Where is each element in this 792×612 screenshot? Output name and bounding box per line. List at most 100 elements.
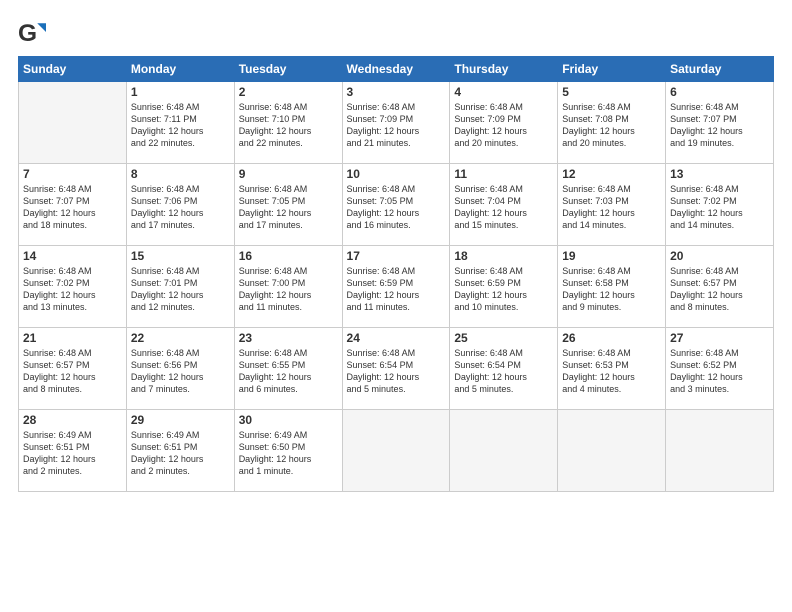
day-info: Sunrise: 6:48 AM Sunset: 7:04 PM Dayligh…: [454, 183, 553, 232]
day-number: 25: [454, 331, 553, 345]
day-info: Sunrise: 6:48 AM Sunset: 6:54 PM Dayligh…: [347, 347, 446, 396]
day-number: 15: [131, 249, 230, 263]
day-info: Sunrise: 6:48 AM Sunset: 7:01 PM Dayligh…: [131, 265, 230, 314]
calendar-cell: 20 Sunrise: 6:48 AM Sunset: 6:57 PM Dayli…: [666, 246, 774, 328]
calendar-cell: 22 Sunrise: 6:48 AM Sunset: 6:56 PM Dayli…: [126, 328, 234, 410]
logo: G: [18, 18, 48, 46]
day-number: 2: [239, 85, 338, 99]
calendar-cell: 13 Sunrise: 6:48 AM Sunset: 7:02 PM Dayli…: [666, 164, 774, 246]
calendar-cell: 21 Sunrise: 6:48 AM Sunset: 6:57 PM Dayli…: [19, 328, 127, 410]
day-number: 7: [23, 167, 122, 181]
calendar-cell: 30 Sunrise: 6:49 AM Sunset: 6:50 PM Dayli…: [234, 410, 342, 492]
day-info: Sunrise: 6:48 AM Sunset: 6:57 PM Dayligh…: [23, 347, 122, 396]
calendar-cell: 10Sunrise: 6:48 AM Sunset: 7:05 PM Dayli…: [342, 164, 450, 246]
calendar-cell: 28 Sunrise: 6:49 AM Sunset: 6:51 PM Dayli…: [19, 410, 127, 492]
day-number: 27: [670, 331, 769, 345]
day-info: Sunrise: 6:48 AM Sunset: 6:52 PM Dayligh…: [670, 347, 769, 396]
day-info: Sunrise: 6:49 AM Sunset: 6:51 PM Dayligh…: [131, 429, 230, 478]
calendar-week-3: 14Sunrise: 6:48 AM Sunset: 7:02 PM Dayli…: [19, 246, 774, 328]
calendar-week-5: 28 Sunrise: 6:49 AM Sunset: 6:51 PM Dayli…: [19, 410, 774, 492]
calendar-cell: 18 Sunrise: 6:48 AM Sunset: 6:59 PM Dayli…: [450, 246, 558, 328]
calendar-cell: 7 Sunrise: 6:48 AM Sunset: 7:07 PM Daylig…: [19, 164, 127, 246]
day-info: Sunrise: 6:48 AM Sunset: 7:03 PM Dayligh…: [562, 183, 661, 232]
calendar-cell: [558, 410, 666, 492]
calendar-cell: 3 Sunrise: 6:48 AM Sunset: 7:09 PM Daylig…: [342, 82, 450, 164]
day-info: Sunrise: 6:48 AM Sunset: 7:06 PM Dayligh…: [131, 183, 230, 232]
day-number: 1: [131, 85, 230, 99]
day-info: Sunrise: 6:48 AM Sunset: 7:07 PM Dayligh…: [670, 101, 769, 150]
day-number: 13: [670, 167, 769, 181]
calendar-cell: 25 Sunrise: 6:48 AM Sunset: 6:54 PM Dayli…: [450, 328, 558, 410]
day-number: 21: [23, 331, 122, 345]
calendar-cell: 9 Sunrise: 6:48 AM Sunset: 7:05 PM Daylig…: [234, 164, 342, 246]
day-info: Sunrise: 6:48 AM Sunset: 7:09 PM Dayligh…: [454, 101, 553, 150]
calendar-table: SundayMondayTuesdayWednesdayThursdayFrid…: [18, 56, 774, 492]
col-header-thursday: Thursday: [450, 57, 558, 82]
day-info: Sunrise: 6:48 AM Sunset: 7:07 PM Dayligh…: [23, 183, 122, 232]
calendar-week-4: 21 Sunrise: 6:48 AM Sunset: 6:57 PM Dayli…: [19, 328, 774, 410]
day-number: 22: [131, 331, 230, 345]
day-info: Sunrise: 6:49 AM Sunset: 6:51 PM Dayligh…: [23, 429, 122, 478]
calendar-cell: 17 Sunrise: 6:48 AM Sunset: 6:59 PM Dayli…: [342, 246, 450, 328]
day-info: Sunrise: 6:48 AM Sunset: 6:59 PM Dayligh…: [347, 265, 446, 314]
day-number: 24: [347, 331, 446, 345]
calendar-cell: [450, 410, 558, 492]
calendar-week-2: 7 Sunrise: 6:48 AM Sunset: 7:07 PM Daylig…: [19, 164, 774, 246]
calendar-cell: 6 Sunrise: 6:48 AM Sunset: 7:07 PM Daylig…: [666, 82, 774, 164]
day-number: 6: [670, 85, 769, 99]
calendar-week-1: 1 Sunrise: 6:48 AM Sunset: 7:11 PM Daylig…: [19, 82, 774, 164]
page-header: G: [18, 18, 774, 46]
calendar-cell: 1 Sunrise: 6:48 AM Sunset: 7:11 PM Daylig…: [126, 82, 234, 164]
day-info: Sunrise: 6:48 AM Sunset: 6:59 PM Dayligh…: [454, 265, 553, 314]
day-info: Sunrise: 6:48 AM Sunset: 7:00 PM Dayligh…: [239, 265, 338, 314]
day-info: Sunrise: 6:48 AM Sunset: 6:53 PM Dayligh…: [562, 347, 661, 396]
day-number: 29: [131, 413, 230, 427]
day-number: 11: [454, 167, 553, 181]
day-number: 23: [239, 331, 338, 345]
day-info: Sunrise: 6:48 AM Sunset: 6:54 PM Dayligh…: [454, 347, 553, 396]
day-number: 18: [454, 249, 553, 263]
col-header-monday: Monday: [126, 57, 234, 82]
calendar-cell: 15 Sunrise: 6:48 AM Sunset: 7:01 PM Dayli…: [126, 246, 234, 328]
day-number: 20: [670, 249, 769, 263]
day-number: 12: [562, 167, 661, 181]
day-info: Sunrise: 6:48 AM Sunset: 7:05 PM Dayligh…: [347, 183, 446, 232]
col-header-tuesday: Tuesday: [234, 57, 342, 82]
day-info: Sunrise: 6:49 AM Sunset: 6:50 PM Dayligh…: [239, 429, 338, 478]
day-number: 19: [562, 249, 661, 263]
day-info: Sunrise: 6:48 AM Sunset: 7:10 PM Dayligh…: [239, 101, 338, 150]
day-number: 30: [239, 413, 338, 427]
day-number: 14: [23, 249, 122, 263]
day-info: Sunrise: 6:48 AM Sunset: 6:57 PM Dayligh…: [670, 265, 769, 314]
day-number: 5: [562, 85, 661, 99]
col-header-sunday: Sunday: [19, 57, 127, 82]
calendar-cell: [342, 410, 450, 492]
logo-icon: G: [18, 18, 46, 46]
day-number: 28: [23, 413, 122, 427]
calendar-cell: [19, 82, 127, 164]
day-info: Sunrise: 6:48 AM Sunset: 7:09 PM Dayligh…: [347, 101, 446, 150]
header-row: SundayMondayTuesdayWednesdayThursdayFrid…: [19, 57, 774, 82]
day-info: Sunrise: 6:48 AM Sunset: 6:56 PM Dayligh…: [131, 347, 230, 396]
calendar-cell: 16Sunrise: 6:48 AM Sunset: 7:00 PM Dayli…: [234, 246, 342, 328]
day-info: Sunrise: 6:48 AM Sunset: 6:58 PM Dayligh…: [562, 265, 661, 314]
calendar-cell: 8 Sunrise: 6:48 AM Sunset: 7:06 PM Daylig…: [126, 164, 234, 246]
day-number: 9: [239, 167, 338, 181]
calendar-cell: 2 Sunrise: 6:48 AM Sunset: 7:10 PM Daylig…: [234, 82, 342, 164]
calendar-cell: 4Sunrise: 6:48 AM Sunset: 7:09 PM Daylig…: [450, 82, 558, 164]
day-number: 3: [347, 85, 446, 99]
day-info: Sunrise: 6:48 AM Sunset: 7:05 PM Dayligh…: [239, 183, 338, 232]
calendar-cell: 26Sunrise: 6:48 AM Sunset: 6:53 PM Dayli…: [558, 328, 666, 410]
col-header-wednesday: Wednesday: [342, 57, 450, 82]
calendar-cell: [666, 410, 774, 492]
day-info: Sunrise: 6:48 AM Sunset: 7:08 PM Dayligh…: [562, 101, 661, 150]
day-info: Sunrise: 6:48 AM Sunset: 7:02 PM Dayligh…: [670, 183, 769, 232]
svg-text:G: G: [18, 20, 37, 46]
calendar-cell: 23 Sunrise: 6:48 AM Sunset: 6:55 PM Dayli…: [234, 328, 342, 410]
day-info: Sunrise: 6:48 AM Sunset: 7:11 PM Dayligh…: [131, 101, 230, 150]
calendar-cell: 5 Sunrise: 6:48 AM Sunset: 7:08 PM Daylig…: [558, 82, 666, 164]
day-number: 17: [347, 249, 446, 263]
day-info: Sunrise: 6:48 AM Sunset: 6:55 PM Dayligh…: [239, 347, 338, 396]
day-number: 8: [131, 167, 230, 181]
calendar-cell: 29 Sunrise: 6:49 AM Sunset: 6:51 PM Dayli…: [126, 410, 234, 492]
